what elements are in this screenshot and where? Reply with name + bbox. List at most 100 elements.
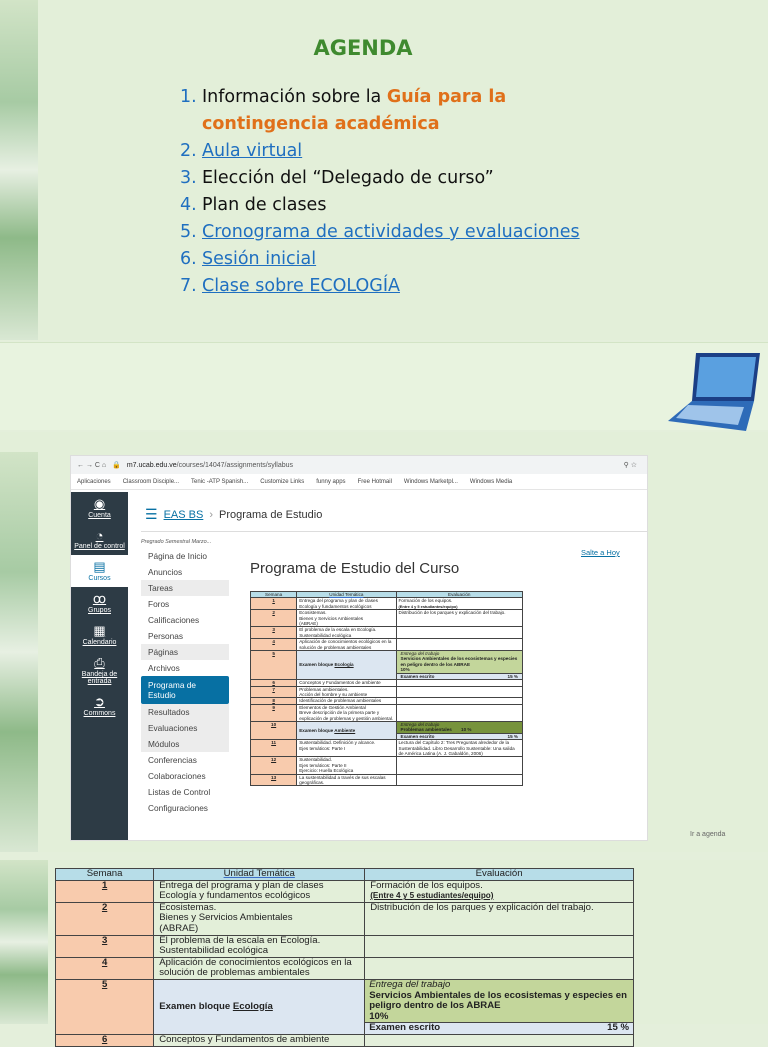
unit-cell: Entrega del programa y plan de clases Ec… — [153, 879, 366, 903]
table-row: 9 Elementos de Gestión Ambiental Breve de… — [249, 703, 523, 722]
course-nav-item[interactable]: Archivos — [141, 660, 229, 676]
unit-cell: Examen bloque Ambiente — [296, 720, 397, 741]
evaluation-cell: Formación de los equipos. (Entre 4 y 5 es… — [364, 879, 634, 903]
written-exam: Examen escrito 15 % — [397, 734, 523, 739]
delivery-box: Entrega del trabajo Problemas ambientales… — [396, 721, 522, 734]
bookmark-item[interactable]: funny apps — [316, 479, 345, 485]
agenda-item-number: 1. — [180, 87, 197, 107]
bookmark-item[interactable]: Classroom Disciple... — [123, 479, 179, 485]
global-nav-item[interactable]: ▤ Cursos — [71, 555, 128, 587]
agenda-link[interactable]: Sesión inicial — [202, 249, 316, 269]
bookmark-item[interactable]: Free Hotmail — [358, 479, 392, 485]
course-nav-item[interactable]: Conferencias — [141, 752, 229, 768]
unit-cell: Ecosistemas. Bienes y Servicios Ambienta… — [153, 901, 366, 936]
exam-label: Examen bloque — [299, 662, 335, 668]
evaluation-cell: Formación de los equipos. (Entre 4 y 5 es… — [395, 597, 523, 611]
term-label: Pregrado Semestral Marzo... — [141, 539, 212, 545]
table-row: 4 Aplicación de conocimientos ecológicos … — [54, 956, 634, 980]
agenda-item-number: 6. — [180, 249, 197, 269]
agenda-item-prefix: Información sobre la — [202, 87, 387, 107]
bookmark-item[interactable]: Windows Media — [470, 479, 512, 485]
exam-label: Examen bloque — [159, 1000, 233, 1012]
bookmark-item[interactable]: Customize Links — [260, 479, 304, 485]
unit-cell: Sustentabilidad. Definición y alcance. E… — [296, 739, 397, 758]
evaluation-cell: Lectura del Capítulo 2: Tres Preguntas a… — [395, 739, 523, 758]
course-nav-item[interactable]: Programa de Estudio — [141, 676, 229, 704]
agenda-item: 3. Elección del “Delegado de curso” — [180, 165, 580, 192]
global-nav-item[interactable]: ꝏ Grupos — [71, 587, 128, 619]
agenda-item-text: Clase sobre ECOLOGÍA — [202, 273, 400, 300]
nav-arrows-icon[interactable]: ← → C ⌂ — [77, 462, 106, 469]
week-cell: 10 — [249, 720, 298, 741]
agenda-item: 7. Clase sobre ECOLOGÍA — [180, 273, 580, 300]
agenda-item-number: 3. — [180, 168, 197, 188]
course-nav-item[interactable]: Calificaciones — [141, 612, 229, 628]
course-nav-item[interactable]: Páginas — [141, 644, 229, 660]
table-row: 3 El problema de la escala en Ecología. S… — [249, 626, 523, 640]
evaluation-text: Formación de los equipos. — [398, 598, 453, 604]
hamburger-icon[interactable]: ☰ — [145, 506, 158, 523]
syllabus-table-zoomed: Semana Unidad Temática Evaluación 1 Entrega … — [54, 868, 634, 1047]
table-row: 2 Ecosistemas. Bienes y Servicios Ambient… — [249, 609, 523, 628]
course-nav-item[interactable]: Evaluaciones — [141, 720, 229, 736]
course-nav-item[interactable]: Colaboraciones — [141, 768, 229, 784]
bookmark-item[interactable]: Aplicaciones — [77, 479, 111, 485]
agenda-list: 1. Información sobre la Guía para la cont… — [180, 84, 580, 300]
goto-agenda-link[interactable]: Ir a agenda — [690, 831, 725, 838]
delivery-text: Problemas ambientales — [400, 727, 452, 733]
delivery-percent: 10 % — [461, 727, 472, 733]
course-nav-item[interactable]: Personas — [141, 628, 229, 644]
evaluation-text: Distribución de los parques y explicació… — [370, 901, 594, 913]
exam-written-label: Examen escrito — [400, 733, 435, 739]
bookmark-item[interactable]: Tenic -ATP Spanish... — [191, 479, 248, 485]
global-nav-item[interactable]: ⎙ Bandeja de entrada — [71, 651, 128, 690]
agenda-item: 4. Plan de clases — [180, 192, 580, 219]
agenda-item-number: 5. — [180, 222, 197, 242]
unit-cell: El problema de la escala en Ecología. Su… — [296, 626, 397, 640]
exam-written-percent: 15 % — [507, 673, 518, 679]
nav-label: Panel de control — [74, 543, 125, 550]
bookmark-item[interactable]: Windows Marketpl... — [404, 479, 458, 485]
exam-topic: Ecología — [232, 1000, 273, 1012]
week-cell: 2 — [54, 901, 155, 936]
agenda-link[interactable]: Clase sobre ECOLOGÍA — [202, 276, 400, 296]
week-cell: 9 — [249, 703, 298, 722]
divider-band — [0, 342, 768, 431]
course-nav: Pregrado Semestral Marzo... Página de In… — [141, 539, 229, 816]
agenda-item: 2. Aula virtual — [180, 138, 580, 165]
table-row: 12 Sustentabilidad. Ejes temáticos: Parte… — [249, 756, 523, 775]
agenda-item: 6. Sesión inicial — [180, 246, 580, 273]
star-icon[interactable]: ⚲ ☆ — [624, 461, 637, 469]
course-nav-item[interactable]: Listas de Control — [141, 784, 229, 800]
table-header-row: Semana Unidad Temática Evaluación — [54, 868, 634, 881]
exam-topic: Ambiente — [334, 727, 356, 733]
global-nav-item[interactable]: ◉ Cuenta — [71, 492, 128, 524]
course-nav-item[interactable]: Página de Inicio — [141, 548, 229, 564]
course-nav-item[interactable]: Foros — [141, 596, 229, 612]
agenda-link[interactable]: Aula virtual — [202, 141, 302, 161]
delivery-percent: 10% — [400, 667, 410, 673]
table-row: 1 Entrega del programa y plan de clases E… — [249, 597, 523, 611]
course-nav-item[interactable]: Anuncios — [141, 564, 229, 580]
week-cell: 4 — [249, 638, 298, 652]
written-exam: Examen escrito 15 % — [397, 674, 523, 679]
week-cell: 11 — [249, 739, 298, 758]
agenda-link[interactable]: Cronograma de actividades y evaluaciones — [202, 222, 580, 242]
course-nav-item[interactable]: Resultados — [141, 704, 229, 720]
nav-icon: ꝏ — [92, 591, 107, 606]
global-nav-item[interactable]: ▦ Calendario — [71, 619, 128, 651]
global-nav-item[interactable]: ◔ Panel de control — [71, 524, 128, 555]
course-nav-item[interactable]: Tareas — [141, 580, 229, 596]
table-row: 7 Problemas ambientales. Acción del hombr… — [249, 685, 523, 699]
table-row: 5 Examen bloque Ecología Entrega del traba… — [249, 650, 523, 681]
global-nav-item[interactable]: ➲ Commons — [71, 690, 128, 722]
course-nav-item[interactable]: Configuraciones — [141, 800, 229, 816]
address-bar[interactable]: ← → C ⌂ 🔒 m7.ucab.edu.ve/courses/14047/a… — [71, 456, 647, 474]
breadcrumb-course[interactable]: EAS BS — [164, 509, 204, 521]
global-nav: ◉ Cuenta ◔ Panel de control ▤ Cursos ꝏ Grupos ▦ C… — [71, 492, 128, 840]
jump-to-today-link[interactable]: Salte a Hoy — [581, 548, 620, 557]
nav-icon: ➲ — [94, 694, 105, 709]
course-nav-item[interactable]: Módulos — [141, 736, 229, 752]
evaluation-cell — [395, 638, 523, 652]
week-cell: 1 — [54, 879, 155, 903]
